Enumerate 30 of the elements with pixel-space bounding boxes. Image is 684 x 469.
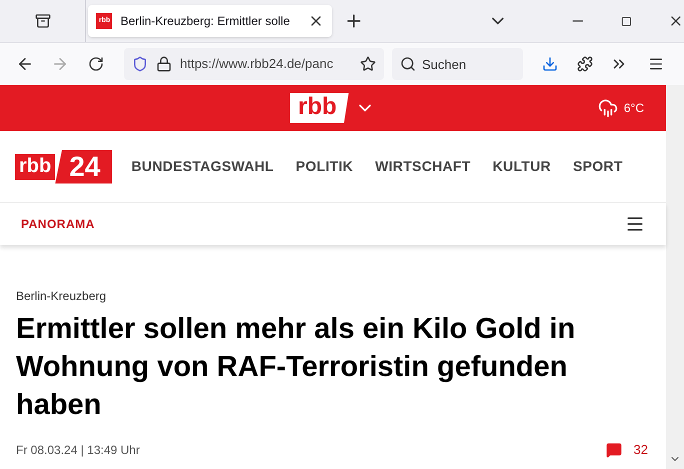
extensions-icon[interactable] [577, 56, 593, 72]
lock-icon[interactable] [156, 56, 172, 72]
publish-date: Fr 08.03.24 | 13:49 Uhr [16, 442, 140, 459]
scrollbar[interactable] [666, 85, 684, 469]
comment-count[interactable]: 32 [634, 440, 648, 460]
nav-link[interactable]: POLITIK [296, 156, 354, 177]
weather-rain-icon [598, 98, 618, 118]
search-field[interactable]: Suchen [392, 48, 523, 80]
nav-link[interactable]: BUNDESTAGSWAHL [131, 156, 274, 177]
address-bar[interactable]: https://www.rbb24.de/panc [124, 48, 384, 80]
comment-icon[interactable] [606, 442, 622, 458]
nav-link[interactable]: WIRTSCHAFT [375, 156, 471, 177]
maximize-icon[interactable] [621, 16, 632, 26]
shield-icon[interactable] [132, 56, 148, 72]
menu-icon[interactable] [648, 56, 664, 72]
reload-icon[interactable] [88, 56, 104, 72]
nav-link[interactable]: KULTUR [492, 156, 551, 177]
headline: Ermittler sollen mehr als ein Kilo Gold in Wohnung von RAF-Terroristin gefunden haben [16, 312, 576, 423]
kicker: Berlin-Kreuzberg [16, 288, 108, 305]
download-icon[interactable] [542, 56, 558, 72]
back-icon[interactable] [16, 55, 34, 73]
rbb-logo[interactable]: rbb [290, 93, 349, 123]
tab-list-icon[interactable] [34, 13, 51, 29]
tab-title: Berlin-Kreuzberg: Ermittler solle [120, 13, 291, 30]
temperature: 6°C [624, 100, 644, 117]
nav-link[interactable]: SPORT [572, 156, 623, 177]
section-title[interactable]: PANORAMA [21, 215, 95, 233]
url-text[interactable]: https://www.rbb24.de/panc [180, 54, 352, 74]
bookmark-star-icon[interactable] [360, 56, 376, 72]
search-icon [400, 56, 416, 72]
